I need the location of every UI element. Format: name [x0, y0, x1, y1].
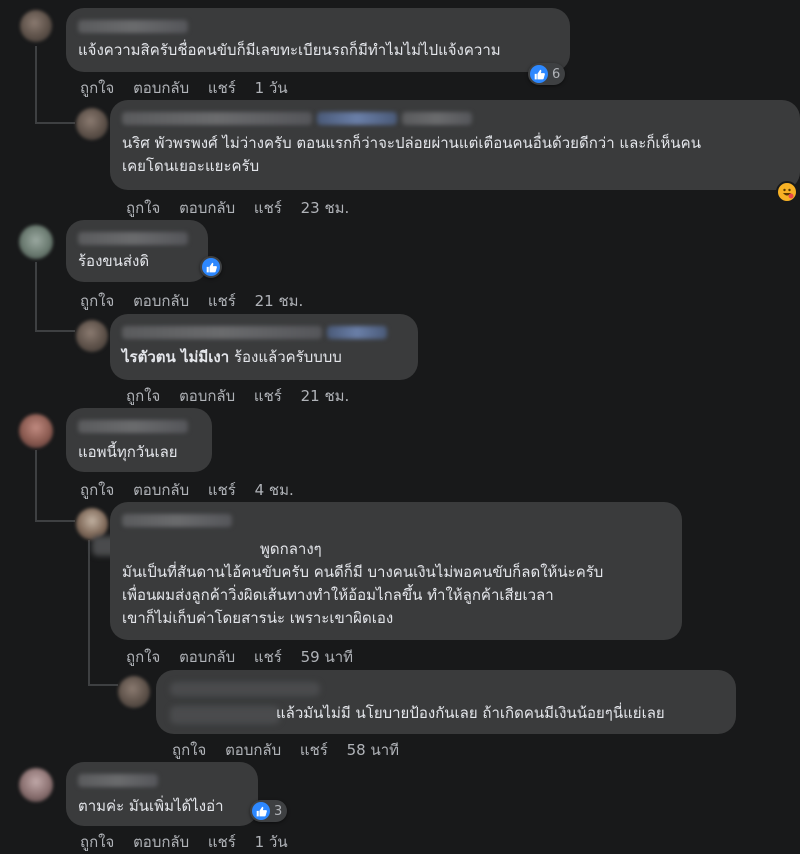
comment-actions: ถูกใจ ตอบกลับ แชร์ 21 ชม. [126, 384, 363, 408]
timestamp[interactable]: 21 ชม. [255, 292, 304, 310]
like-icon [530, 65, 548, 83]
thread-line [35, 262, 37, 332]
comment-bubble: ตามค่ะ มันเพิ่มได้ไงอ่า [66, 762, 258, 826]
avatar[interactable] [76, 108, 108, 140]
share-link[interactable]: แชร์ [300, 741, 328, 759]
reply-link[interactable]: ตอบกลับ [179, 648, 235, 666]
like-icon [202, 258, 220, 276]
share-link[interactable]: แชร์ [254, 387, 282, 405]
comment-text: เขาก็ไม่เก็บค่าโดยสารน่ะ เพราะเขาผิดเอง [122, 609, 394, 627]
comment-text: ตามค่ะ มันเพิ่มได้ไงอ่า [78, 797, 224, 815]
thread-line [88, 540, 90, 686]
timestamp[interactable]: 59 นาที [301, 648, 353, 666]
comment-actions: ถูกใจ ตอบกลับ แชร์ 1 วัน [80, 830, 302, 854]
comment-actions: ถูกใจ ตอบกลับ แชร์ 58 นาที [172, 738, 413, 762]
comment-text: แอพนี้ทุกวันเลย [78, 443, 178, 461]
blurred-name [170, 682, 320, 696]
comment-text: แจ้งความสิครับชื่อคนขับก็มีเลขทะเบียนรถก… [78, 41, 501, 59]
like-link[interactable]: ถูกใจ [172, 741, 206, 759]
avatar[interactable] [19, 414, 53, 448]
comment-bubble: แล้วมันไม่มี นโยบายป้องกันเลย ถ้าเกิดคนม… [156, 670, 736, 734]
mentioned-user[interactable]: นริศ พัวพรพงศ์ [122, 134, 218, 152]
comment-actions: ถูกใจ ตอบกลับ แชร์ 4 ชม. [80, 478, 308, 502]
share-link[interactable]: แชร์ [254, 648, 282, 666]
comment-bubble: ร้องขนส่งดิ [66, 220, 208, 282]
timestamp[interactable]: 23 ชม. [301, 199, 350, 217]
reply-link[interactable]: ตอบกลับ [133, 833, 189, 851]
comment-text: แล้วมันไม่มี นโยบายป้องกันเลย ถ้าเกิดคนม… [276, 704, 665, 722]
comment-text: ร้องขนส่งดิ [78, 252, 150, 270]
blurred-mention [170, 706, 280, 724]
reply-link[interactable]: ตอบกลับ [225, 741, 281, 759]
like-link[interactable]: ถูกใจ [126, 199, 160, 217]
comment-bubble: พูดกลางๆ มันเป็นที่สันดานไอ้คนขับครับ คน… [110, 502, 682, 640]
comment-text: เคยโดนเยอะแยะครับ [122, 157, 260, 175]
reply-link[interactable]: ตอบกลับ [179, 199, 235, 217]
comment-actions: ถูกใจ ตอบกลับ แชร์ 21 ชม. [80, 289, 317, 313]
like-link[interactable]: ถูกใจ [80, 481, 114, 499]
comment-bubble: แจ้งความสิครับชื่อคนขับก็มีเลขทะเบียนรถก… [66, 8, 570, 72]
share-link[interactable]: แชร์ [208, 292, 236, 310]
share-link[interactable]: แชร์ [208, 481, 236, 499]
comment-actions: ถูกใจ ตอบกลับ แชร์ 1 วัน [80, 76, 302, 100]
comment-text: มันเป็นที่สันดานไอ้คนขับครับ คนดีก็มี บา… [122, 563, 604, 581]
author-name[interactable] [122, 108, 788, 127]
timestamp[interactable]: 4 ชม. [255, 481, 294, 499]
reaction-count[interactable] [200, 256, 222, 278]
reaction-count[interactable]: 6 [528, 63, 566, 85]
thread-line [35, 520, 75, 522]
reply-link[interactable]: ตอบกลับ [133, 79, 189, 97]
avatar[interactable] [19, 225, 53, 259]
like-link[interactable]: ถูกใจ [126, 387, 160, 405]
timestamp[interactable]: 1 วัน [255, 833, 288, 851]
like-link[interactable]: ถูกใจ [80, 292, 114, 310]
timestamp[interactable]: 58 นาที [347, 741, 399, 759]
comment-bubble: นริศ พัวพรพงศ์ ไม่ว่างครับ ตอนแรกก็ว่าจะ… [110, 100, 800, 190]
author-name[interactable] [78, 228, 196, 247]
share-link[interactable]: แชร์ [208, 79, 236, 97]
timestamp[interactable]: 1 วัน [255, 79, 288, 97]
comment-bubble: ไรตัวตน ไม่มีเงา ร้องแล้วครับบบบ [110, 314, 418, 380]
mentioned-user[interactable]: ไรตัวตน ไม่มีเงา [122, 348, 229, 366]
reply-link[interactable]: ตอบกลับ [133, 292, 189, 310]
like-link[interactable]: ถูกใจ [126, 648, 160, 666]
thread-line [88, 684, 118, 686]
avatar[interactable] [76, 320, 108, 352]
author-name[interactable] [122, 322, 406, 341]
like-icon [252, 802, 270, 820]
avatar[interactable] [20, 10, 52, 42]
comment-bubble: แอพนี้ทุกวันเลย [66, 408, 212, 472]
comment-text: เพื่อนผมส่งลูกค้าวิ่งผิดเส้นทางทำให้อ้อม… [122, 586, 554, 604]
thread-line [35, 330, 75, 332]
author-name[interactable] [78, 770, 246, 789]
share-link[interactable]: แชร์ [208, 833, 236, 851]
thread-line [35, 122, 75, 124]
avatar[interactable] [19, 768, 53, 802]
reaction-count[interactable]: 3 [250, 800, 288, 822]
comment-actions: ถูกใจ ตอบกลับ แชร์ 23 ชม. [126, 196, 363, 220]
like-link[interactable]: ถูกใจ [80, 833, 114, 851]
thread-line [35, 450, 37, 522]
share-link[interactable]: แชร์ [254, 199, 282, 217]
comment-actions: ถูกใจ ตอบกลับ แชร์ 59 นาที [126, 645, 367, 669]
thread-line [35, 46, 37, 124]
author-name[interactable] [78, 16, 558, 35]
avatar[interactable] [118, 676, 150, 708]
reply-link[interactable]: ตอบกลับ [133, 481, 189, 499]
timestamp[interactable]: 21 ชม. [301, 387, 350, 405]
comment-text: ไรตัวตน ไม่มีเงา ร้องแล้วครับบบบ [122, 348, 342, 366]
reply-link[interactable]: ตอบกลับ [179, 387, 235, 405]
comment-text: นริศ พัวพรพงศ์ ไม่ว่างครับ ตอนแรกก็ว่าจะ… [122, 134, 701, 152]
reply-tag: พูดกลางๆ [260, 540, 322, 558]
haha-reaction-icon[interactable] [776, 181, 798, 203]
like-link[interactable]: ถูกใจ [80, 79, 114, 97]
author-name[interactable] [122, 510, 670, 529]
author-name[interactable] [78, 416, 200, 435]
